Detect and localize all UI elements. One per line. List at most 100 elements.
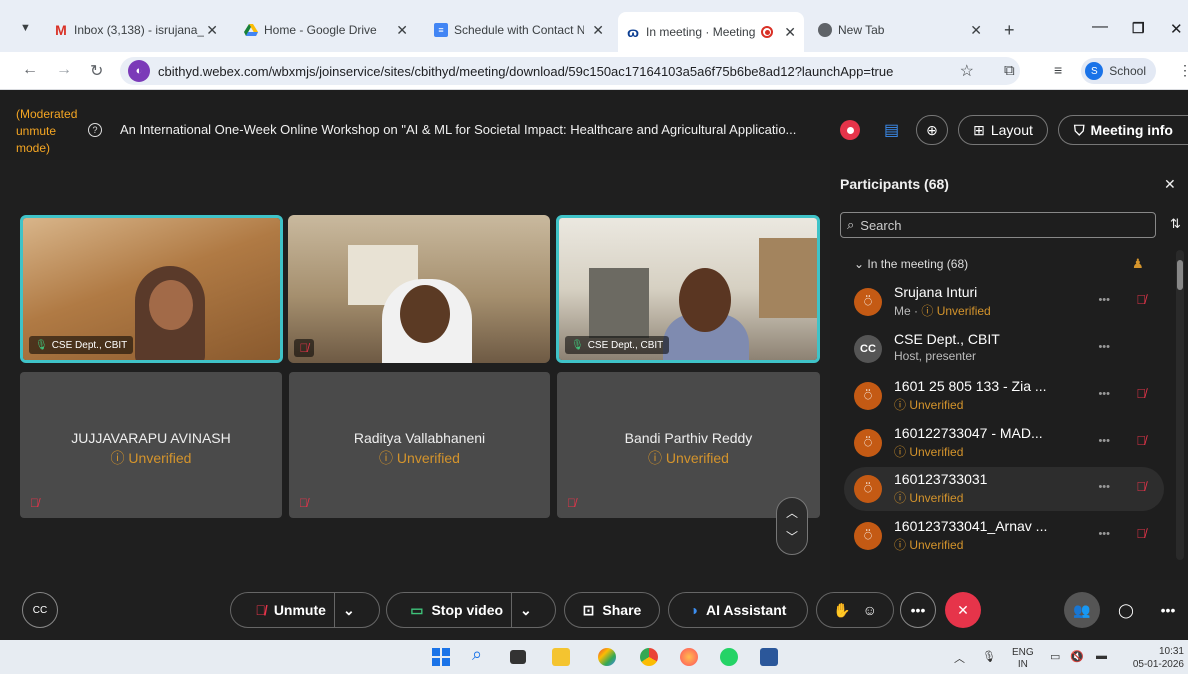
url-input[interactable]: ◐ cbithyd.webex.com/wbxmjs/joinservice/s… xyxy=(120,57,1020,85)
video-camera-icon: ▭ xyxy=(410,601,424,618)
reactions-group[interactable]: ✋ ☺ xyxy=(816,592,894,628)
network-icon[interactable]: ▭ xyxy=(1050,650,1060,663)
firefox-icon[interactable] xyxy=(680,648,698,666)
unmute-button[interactable]: 🎙̸ Unmute ⌄ xyxy=(230,592,380,628)
tab-search-icon[interactable]: ▼ xyxy=(20,22,31,34)
gmail-icon: M xyxy=(55,22,67,38)
tab-webex-meeting[interactable]: ɷ In meeting · Meeting ✕ xyxy=(618,12,804,52)
participant-tile[interactable]: JUJJAVARAPU AVINASH ⓘ Unverified 🎙̸ xyxy=(20,372,282,518)
muted-icon[interactable]: 🎙̸ xyxy=(1136,433,1146,448)
video-tile[interactable]: 🎙̸ xyxy=(288,215,550,363)
participant-settings-icon[interactable]: ♟ xyxy=(1132,256,1144,272)
close-tab-icon[interactable]: ✕ xyxy=(592,22,604,39)
volume-muted-icon[interactable]: 🔇 xyxy=(1070,650,1084,663)
video-tile[interactable]: 🎙 CSE Dept., CBIT xyxy=(556,215,820,363)
close-tab-icon[interactable]: ✕ xyxy=(206,22,218,39)
more-options-button[interactable]: ••• xyxy=(900,592,936,628)
participant-row[interactable]: CC CSE Dept., CBIT Host, presenter ••• xyxy=(844,327,1164,371)
close-tab-icon[interactable]: ✕ xyxy=(970,22,982,39)
meeting-header: (Moderated unmute mode) ? An Internation… xyxy=(0,90,1188,160)
new-tab-plus-icon[interactable]: + xyxy=(1004,20,1015,41)
participant-row[interactable]: ⍥ 160122733047 - MAD... ⓘ Unverified •••… xyxy=(844,421,1164,465)
file-explorer-icon[interactable] xyxy=(552,648,570,666)
more-options-icon: ••• xyxy=(1160,602,1176,618)
more-options-icon[interactable]: ••• xyxy=(1098,435,1110,447)
tab-schedule[interactable]: ≡ Schedule with Contact N ✕ xyxy=(426,14,612,46)
share-button[interactable]: ⊡ Share xyxy=(564,592,660,628)
muted-icon[interactable]: 🎙̸ xyxy=(1136,292,1146,307)
captions-button[interactable]: CC xyxy=(22,592,58,628)
chevron-up-icon[interactable]: ︿ xyxy=(786,504,798,521)
video-tile[interactable]: 🎙 CSE Dept., CBIT xyxy=(20,215,283,363)
page-scroll-control[interactable]: ︿ ﹀ xyxy=(776,497,808,555)
chat-button[interactable]: ◯ xyxy=(1108,592,1144,628)
scrollbar-thumb[interactable] xyxy=(1177,260,1183,290)
microphone-icon[interactable]: 🎙 xyxy=(982,650,996,663)
zoom-button[interactable]: ⊕ xyxy=(916,115,948,145)
close-panel-icon[interactable]: ✕ xyxy=(1164,176,1176,193)
emoji-reaction-icon[interactable]: ☺ xyxy=(863,602,877,618)
participant-row[interactable]: ⍥ Srujana Inturi Me · ⓘ Unverified ••• 🎙… xyxy=(844,280,1164,324)
reading-list-icon[interactable]: ≡ xyxy=(1054,62,1062,78)
participant-tile[interactable]: Raditya Vallabhaneni ⓘ Unverified 🎙̸ xyxy=(289,372,550,518)
participant-tile[interactable]: Bandi Parthiv Reddy ⓘ Unverified 🎙̸ xyxy=(557,372,820,518)
forward-icon[interactable]: → xyxy=(56,61,72,79)
language-indicator[interactable]: ENG IN xyxy=(1012,647,1034,671)
whatsapp-icon[interactable] xyxy=(720,648,738,666)
muted-icon[interactable]: 🎙̸ xyxy=(1136,526,1146,541)
participant-row[interactable]: ⍥ 1601 25 805 133 - Zia ... ⓘ Unverified… xyxy=(844,374,1164,418)
minimize-icon[interactable]: — xyxy=(1092,18,1108,36)
close-tab-icon[interactable]: ✕ xyxy=(784,24,796,41)
close-tab-icon[interactable]: ✕ xyxy=(396,22,408,39)
more-options-icon[interactable]: ••• xyxy=(1098,481,1110,493)
layout-button[interactable]: ⊞ Layout xyxy=(958,115,1048,145)
chevron-down-icon[interactable]: ﹀ xyxy=(786,528,798,545)
stop-video-button[interactable]: ▭ Stop video ⌄ xyxy=(386,592,556,628)
meeting-info-button[interactable]: ⛉ Meeting info xyxy=(1058,115,1188,145)
more-options-icon[interactable]: ••• xyxy=(1098,341,1110,353)
chevron-down-icon[interactable]: ⌄ xyxy=(343,602,355,619)
task-view-icon[interactable] xyxy=(510,650,526,664)
more-options-icon[interactable]: ••• xyxy=(1098,388,1110,400)
panel-scrollbar[interactable] xyxy=(1176,250,1184,560)
back-icon[interactable]: ← xyxy=(22,61,38,79)
panel-more-button[interactable]: ••• xyxy=(1150,592,1186,628)
tab-google-drive[interactable]: Home - Google Drive ✕ xyxy=(236,14,416,46)
raise-hand-icon[interactable]: ✋ xyxy=(833,602,850,619)
info-icon[interactable]: ? xyxy=(88,123,102,137)
photos-icon[interactable] xyxy=(598,648,616,666)
search-icon[interactable]: ⌕ xyxy=(472,644,490,664)
tab-gmail[interactable]: M Inbox (3,138) - isrujana_c ✕ xyxy=(46,14,226,46)
participants-button[interactable]: 👥 xyxy=(1064,592,1100,628)
recording-indicator-icon[interactable] xyxy=(840,120,860,140)
browser-menu-icon[interactable]: ⋮ xyxy=(1178,62,1188,79)
more-options-icon[interactable]: ••• xyxy=(1098,294,1110,306)
chevron-down-icon[interactable]: ⌄ xyxy=(520,602,532,619)
bookmark-star-icon[interactable]: ☆ xyxy=(960,61,974,81)
window-close-icon[interactable]: ✕ xyxy=(1170,20,1183,38)
participant-row[interactable]: ⍥ 160123733041_Arnav ... ⓘ Unverified ••… xyxy=(844,514,1164,558)
tab-new-tab[interactable]: New Tab ✕ xyxy=(810,14,990,46)
tray-chevron-up-icon[interactable]: ︿ xyxy=(954,650,965,666)
extensions-icon[interactable]: ⧉ xyxy=(1004,62,1015,79)
muted-icon[interactable]: 🎙̸ xyxy=(1136,479,1146,494)
profile-button[interactable]: S School xyxy=(1081,58,1156,84)
clock[interactable]: 10:31 05-01-2026 xyxy=(1122,645,1184,671)
windows-start-icon[interactable] xyxy=(432,648,450,666)
sort-icon[interactable]: ⇅ xyxy=(1170,216,1181,232)
muted-icon[interactable]: 🎙̸ xyxy=(1136,386,1146,401)
chrome-icon[interactable] xyxy=(640,648,658,666)
participant-search-field[interactable]: ⌕ Search xyxy=(840,212,1156,238)
whiteboard-icon[interactable]: ▤ xyxy=(884,120,899,140)
restore-icon[interactable]: ❐ xyxy=(1132,20,1145,37)
battery-icon[interactable]: ▬ xyxy=(1096,650,1107,662)
word-icon[interactable] xyxy=(760,648,778,666)
ai-assistant-button[interactable]: ◑ AI Assistant xyxy=(668,592,808,628)
leave-meeting-button[interactable]: ✕ xyxy=(945,592,981,628)
more-options-icon[interactable]: ••• xyxy=(1098,528,1110,540)
site-info-icon[interactable]: ◐ xyxy=(128,60,150,82)
reload-icon[interactable]: ↻ xyxy=(90,61,103,81)
unverified-icon: ⓘ xyxy=(921,304,937,318)
participant-row[interactable]: ⍥ 160123733031 ⓘ Unverified ••• 🎙̸ xyxy=(844,467,1164,511)
in-meeting-section-header[interactable]: ⌄ In the meeting (68) xyxy=(854,257,968,271)
